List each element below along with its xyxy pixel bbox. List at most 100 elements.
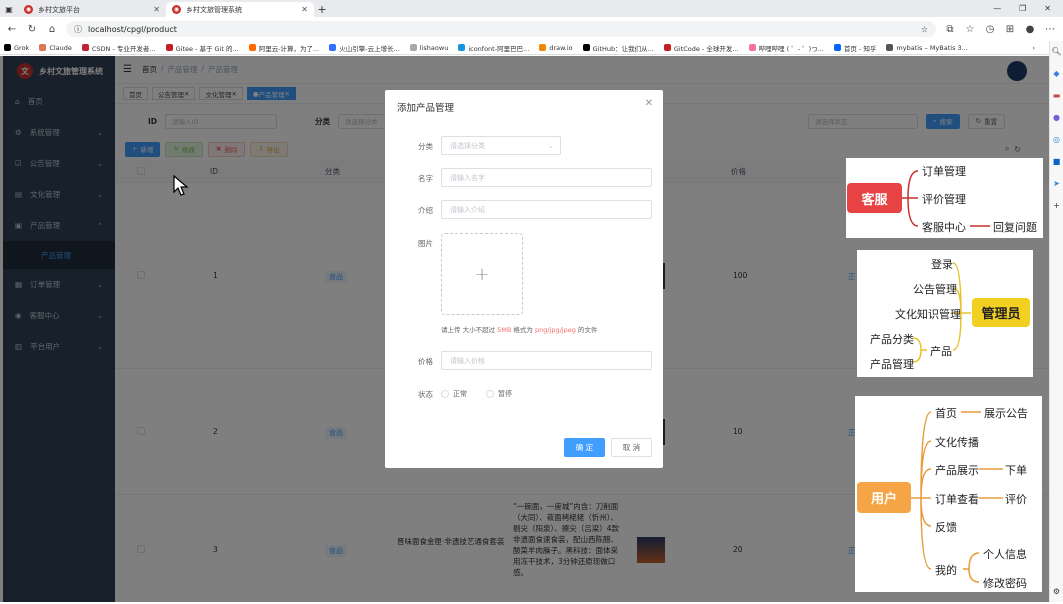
bookmark-favicon-icon (165, 44, 173, 51)
tip-format: png/jpg/jpeg (534, 326, 576, 334)
bookmark-label: iconfont-阿里巴巴... (468, 44, 530, 53)
home-nav-icon[interactable]: ⌂ (46, 23, 58, 35)
games-icon[interactable]: ◎ (1053, 135, 1060, 144)
send-icon[interactable]: ➤ (1053, 179, 1060, 188)
tip-size: 5MB (497, 326, 512, 334)
close-icon[interactable]: ✕ (301, 5, 308, 14)
bookmark-item[interactable]: 首页 - 知乎 (833, 43, 877, 53)
chevron-down-icon: ⌄ (548, 141, 554, 150)
history-icon[interactable]: ◷ (984, 23, 996, 35)
bookmark-item[interactable]: 哔哩哔哩 ( ゜- ゜)つ... (748, 43, 824, 53)
site-favicon-icon: ◉ (172, 5, 181, 14)
outlook-icon[interactable]: ■ (1053, 157, 1061, 166)
service-node-3: 客服中心 (922, 221, 966, 234)
status-radio-normal[interactable]: 正常 (441, 389, 467, 399)
admin-node-4: 产品 (930, 345, 952, 358)
tag-icon[interactable]: ◆ (1053, 69, 1059, 78)
more-icon[interactable]: ⋯ (1044, 23, 1056, 35)
extension-icon[interactable]: ⧉ (944, 23, 956, 35)
browser-tab-2[interactable]: ◉ 乡村文旅管理系统 ✕ (166, 2, 314, 17)
bookmark-label: lishaowu (419, 43, 449, 52)
category-select[interactable]: 请选择分类 ⌄ (441, 136, 561, 155)
url-text: localhost/cpgl/product (88, 24, 177, 34)
toolbox-icon[interactable]: ▬ (1053, 91, 1061, 100)
bookmark-label: mybatis – MyBatis 3... (896, 43, 968, 52)
price-label: 价格 (418, 357, 433, 366)
bookmark-label: Grok (14, 43, 30, 52)
bookmark-favicon-icon (833, 44, 841, 51)
user-leaf-4: 个人信息 (983, 548, 1027, 561)
back-icon[interactable]: ← (6, 23, 18, 35)
name-input[interactable]: 请输入名字 (441, 168, 652, 187)
tip-mid: 格式为 (511, 326, 535, 334)
service-root: 客服 (847, 183, 902, 213)
bookmark-item[interactable]: iconfont-阿里巴巴... (458, 43, 529, 53)
intro-label: 介绍 (418, 206, 433, 215)
admin-node-3: 文化知识管理 (895, 308, 961, 321)
reload-icon[interactable]: ↻ (26, 23, 38, 35)
bookmark-favicon-icon (4, 44, 11, 51)
bookmark-item[interactable]: Grok (4, 44, 29, 52)
image-label: 图片 (418, 239, 433, 248)
browser-tab-bar: ▣ ◉ 乡村文旅平台 ✕ ◉ 乡村文旅管理系统 ✕ + — ❐ ✕ (0, 0, 1063, 17)
user-root: 用户 (857, 482, 911, 513)
user-node-3: 产品展示 (935, 464, 979, 477)
bookmark-favicon-icon (663, 44, 671, 51)
bookmark-item[interactable]: 火山引擎-云上增长... (329, 43, 400, 53)
tab-title: 乡村文旅平台 (38, 5, 80, 14)
edge-sidebar: 🔍︎ ◆ ▬ ● ◎ ■ ➤ + ⚙ (1049, 41, 1063, 602)
bookmark-item[interactable]: 阿里云-计算，为了... (248, 43, 319, 53)
bookmark-item[interactable]: CSDN - 专业开发者... (81, 43, 156, 53)
new-tab-icon[interactable]: + (314, 2, 330, 17)
profile-icon[interactable]: ● (1024, 23, 1036, 35)
service-node-1: 订单管理 (922, 165, 966, 178)
browser-tab-1[interactable]: ◉ 乡村文旅平台 ✕ (18, 2, 166, 17)
user-leaf-3: 评价 (1005, 493, 1027, 506)
bookmark-item[interactable]: mybatis – MyBatis 3... (886, 43, 968, 52)
close-window-icon[interactable]: ✕ (1044, 4, 1051, 13)
image-uploader[interactable]: + (441, 233, 523, 315)
cancel-button[interactable]: 取 消 (611, 438, 652, 457)
bookmark-label: GitHub：让我们从... (592, 44, 654, 53)
bookmark-favicon-icon (39, 44, 47, 51)
star-icon[interactable]: ☆ (921, 25, 928, 34)
settings-icon[interactable]: ⚙ (1053, 587, 1060, 596)
status-radio-paused[interactable]: 暂停 (486, 389, 512, 399)
bookmark-item[interactable]: GitHub：让我们从... (582, 43, 654, 53)
radio-circle (486, 390, 494, 398)
close-icon[interactable]: ✕ (645, 98, 653, 109)
confirm-button[interactable]: 确 定 (564, 438, 605, 457)
tab-actions-icon[interactable]: ▣ (0, 2, 18, 17)
admin-root: 管理员 (972, 298, 1030, 327)
add-product-dialog: 添加产品管理 ✕ 分类 请选择分类 ⌄ 名字 请输入名字 介绍 请输入介绍 图片… (385, 90, 663, 468)
bookmark-item[interactable]: lishaowu (409, 43, 449, 52)
user-node-1: 首页 (935, 407, 957, 420)
bookmark-label: draw.io (549, 43, 573, 52)
bookmark-favicon-icon (248, 44, 256, 51)
bookmark-favicon-icon (329, 44, 337, 51)
restore-icon[interactable]: ❐ (1019, 4, 1026, 13)
minimize-icon[interactable]: — (993, 4, 1001, 13)
url-input[interactable]: ⓘ localhost/cpgl/product ☆ (66, 21, 936, 37)
user-mindmap: 用户 首页 文化传播 产品展示 订单查看 反馈 我的 展示公告 下单 评价 个人… (855, 396, 1042, 592)
user-leaf-5: 修改密码 (983, 577, 1027, 590)
price-input[interactable]: 请输入价格 (441, 351, 652, 370)
site-favicon-icon: ◉ (24, 5, 33, 14)
person-icon[interactable]: ● (1053, 113, 1060, 122)
bookmark-item[interactable]: Gitee - 基于 Git 的... (165, 43, 239, 53)
bookmark-item[interactable]: draw.io (539, 43, 573, 52)
favorites-icon[interactable]: ☆ (964, 23, 976, 35)
service-node-2: 评价管理 (922, 193, 966, 206)
bookmark-item[interactable]: Claude (39, 44, 72, 52)
bookmark-label: 首页 - 知乎 (843, 44, 877, 53)
info-icon: ⓘ (74, 24, 82, 34)
collections-icon[interactable]: ⊞ (1004, 23, 1016, 35)
service-leaf: 回复问题 (993, 221, 1037, 234)
add-icon[interactable]: + (1053, 201, 1060, 210)
intro-input[interactable]: 请输入介绍 (441, 200, 652, 219)
bookmark-label: 哔哩哔哩 ( ゜- ゜)つ... (758, 44, 824, 53)
bookmark-item[interactable]: GitCode - 全球开发... (663, 43, 739, 53)
close-icon[interactable]: ✕ (153, 5, 160, 14)
status-label: 状态 (418, 390, 433, 399)
search-icon[interactable]: 🔍︎ (1051, 47, 1061, 56)
